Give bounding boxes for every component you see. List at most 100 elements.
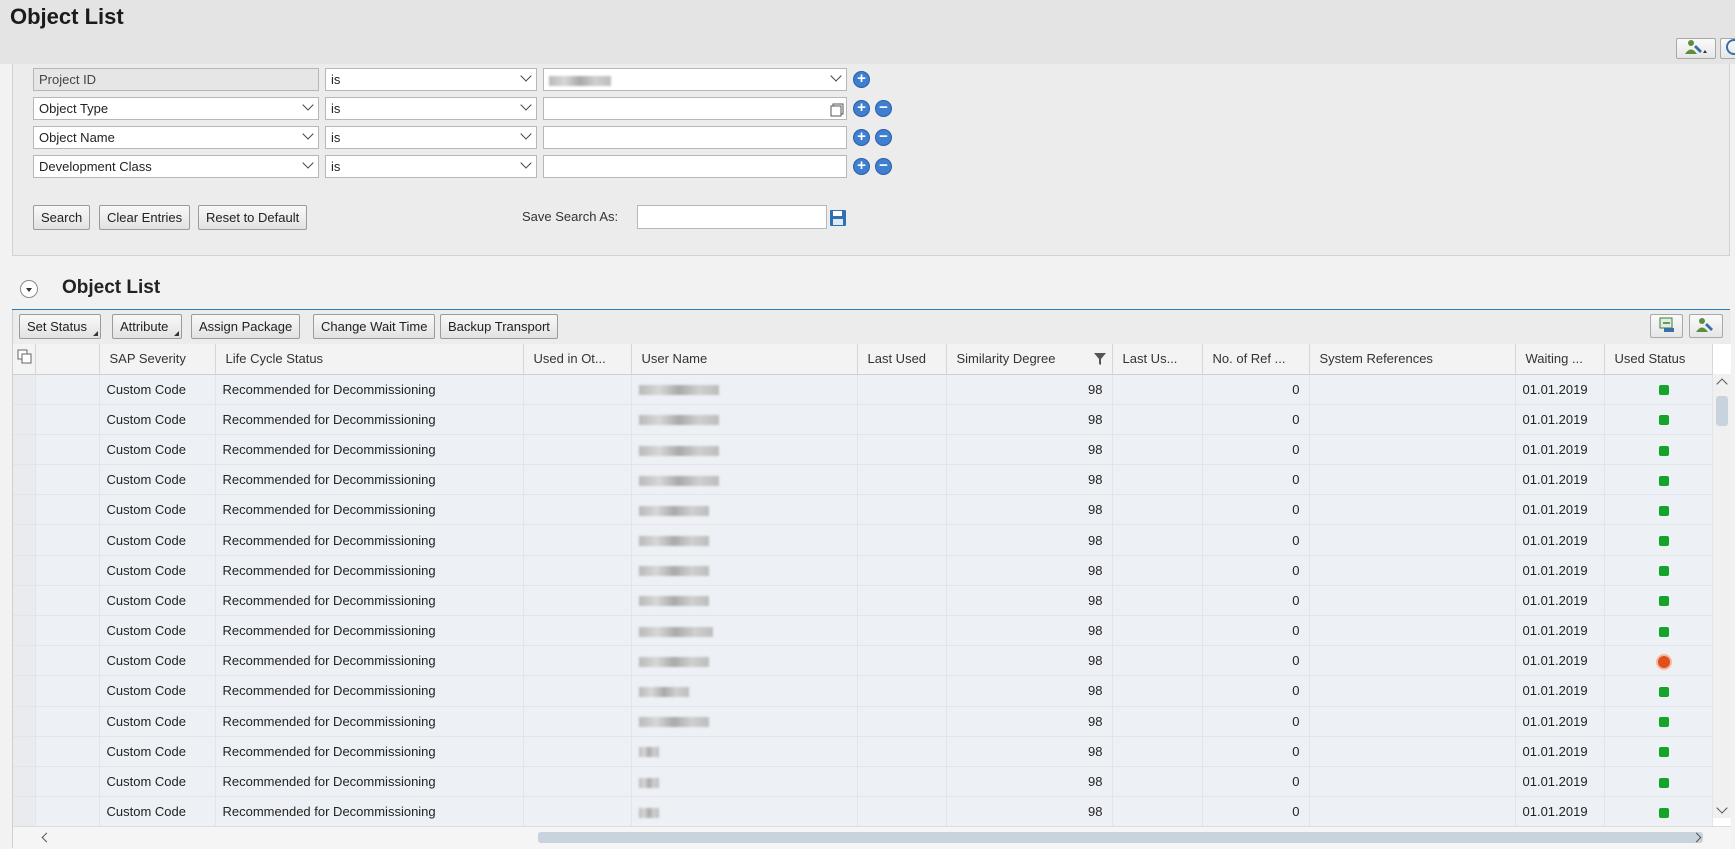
column-header[interactable]: SAP Severity: [99, 344, 216, 375]
search-button[interactable]: Search: [33, 205, 91, 230]
table-row[interactable]: Custom Code Recommended for Decommissioni…: [13, 796, 1713, 828]
row-selector[interactable]: [13, 494, 36, 526]
table-row[interactable]: Custom Code Recommended for Decommissioni…: [13, 675, 1713, 707]
table-row[interactable]: Custom Code Recommended for Decommissioni…: [13, 736, 1713, 767]
table-row[interactable]: Custom Code Recommended for Decommissioni…: [13, 494, 1713, 526]
attribute-label: Attribute: [120, 319, 169, 334]
column-header[interactable]: User Name: [631, 344, 858, 375]
row-blank-cell: [35, 464, 100, 496]
row-selector[interactable]: [13, 615, 36, 647]
help-button[interactable]: [1720, 38, 1735, 59]
table-row[interactable]: Custom Code Recommended for Decommissioni…: [13, 615, 1713, 647]
table-row[interactable]: Custom Code Recommended for Decommissioni…: [13, 645, 1713, 677]
clear-entries-button[interactable]: Clear Entries: [99, 205, 191, 230]
filter-operator-select[interactable]: is: [325, 126, 537, 149]
filter-field-select[interactable]: Object Type: [33, 97, 319, 120]
filter-operator-select[interactable]: is: [325, 97, 537, 120]
blank-header: [35, 344, 100, 375]
vertical-scrollbar[interactable]: [1713, 374, 1731, 818]
development-class-input[interactable]: [543, 155, 847, 178]
row-selector[interactable]: [13, 796, 36, 828]
column-header[interactable]: Waiting ...: [1515, 344, 1605, 375]
table-settings-button[interactable]: [1689, 314, 1723, 338]
filter-value-select[interactable]: [543, 68, 847, 91]
select-all-cell[interactable]: [13, 344, 36, 375]
personalize-button[interactable]: [1676, 38, 1716, 59]
similarity-degree-cell: 98: [946, 434, 1113, 466]
similarity-degree-cell: 98: [946, 645, 1113, 677]
row-selector[interactable]: [13, 374, 36, 405]
user-name-cell: [631, 374, 858, 405]
redacted-user-name: [638, 687, 689, 698]
filter-operator-select[interactable]: is: [325, 68, 537, 91]
object-type-input[interactable]: [543, 97, 847, 120]
table-row[interactable]: Custom Code Recommended for Decommissioni…: [13, 555, 1713, 586]
row-selector[interactable]: [13, 736, 36, 767]
column-header[interactable]: Last Used: [857, 344, 947, 375]
system-references-cell: [1309, 404, 1516, 435]
status-green-icon: [1658, 807, 1669, 818]
scroll-down-arrow[interactable]: [1716, 802, 1728, 814]
status-green-icon: [1658, 385, 1669, 396]
used-in-other-cell: [523, 706, 632, 737]
row-selector[interactable]: [13, 524, 36, 556]
lifecycle-status-cell: Recommended for Decommissioning: [215, 524, 524, 556]
table-row[interactable]: Custom Code Recommended for Decommissioni…: [13, 464, 1713, 496]
filter-field-select[interactable]: Development Class: [33, 155, 319, 178]
horizontal-scrollbar[interactable]: [13, 826, 1731, 849]
table-row[interactable]: Custom Code Recommended for Decommissioni…: [13, 706, 1713, 737]
column-header[interactable]: Life Cycle Status: [215, 344, 524, 375]
value-help-icon[interactable]: [830, 102, 844, 117]
scroll-thumb[interactable]: [538, 832, 1703, 843]
floppy-disk-icon[interactable]: [829, 209, 847, 227]
row-selector[interactable]: [13, 434, 36, 466]
add-criterion-button[interactable]: +: [853, 100, 870, 117]
change-wait-time-button[interactable]: Change Wait Time: [313, 314, 436, 339]
collapse-section-button[interactable]: [20, 280, 38, 298]
add-criterion-button[interactable]: +: [853, 129, 870, 146]
filter-operator-select[interactable]: is: [325, 155, 537, 178]
scroll-thumb[interactable]: [1716, 396, 1728, 426]
row-selector[interactable]: [13, 464, 36, 496]
row-selector[interactable]: [13, 766, 36, 798]
assign-package-button[interactable]: Assign Package: [191, 314, 301, 339]
reset-to-default-button[interactable]: Reset to Default: [198, 205, 308, 230]
scroll-up-arrow[interactable]: [1716, 378, 1728, 390]
save-search-label: Save Search As:: [522, 209, 619, 224]
save-search-input[interactable]: [637, 205, 827, 229]
column-header[interactable]: No. of Ref ...: [1202, 344, 1310, 375]
add-criterion-button[interactable]: +: [853, 158, 870, 175]
status-green-icon: [1658, 415, 1669, 426]
row-selector[interactable]: [13, 675, 36, 707]
remove-criterion-button[interactable]: −: [875, 100, 892, 117]
similarity-degree-cell: 98: [946, 524, 1113, 556]
object-name-input[interactable]: [543, 126, 847, 149]
table-row[interactable]: Custom Code Recommended for Decommissioni…: [13, 585, 1713, 617]
row-selector[interactable]: [13, 585, 36, 617]
table-row[interactable]: Custom Code Recommended for Decommissioni…: [13, 434, 1713, 466]
row-selector[interactable]: [13, 645, 36, 677]
used-in-other-cell: [523, 615, 632, 647]
backup-transport-button[interactable]: Backup Transport: [440, 314, 558, 339]
column-header[interactable]: Used in Ot...: [523, 344, 632, 375]
remove-criterion-button[interactable]: −: [875, 129, 892, 146]
table-row[interactable]: Custom Code Recommended for Decommissioni…: [13, 374, 1713, 405]
export-button[interactable]: [1650, 314, 1683, 338]
row-selector[interactable]: [13, 555, 36, 586]
scroll-left-arrow[interactable]: [41, 832, 52, 843]
column-header[interactable]: Used Status: [1604, 344, 1713, 375]
column-header[interactable]: Last Us...: [1112, 344, 1203, 375]
field-label: Object Name: [39, 130, 115, 145]
row-selector[interactable]: [13, 404, 36, 435]
table-row[interactable]: Custom Code Recommended for Decommissioni…: [13, 766, 1713, 798]
column-header[interactable]: System References: [1309, 344, 1516, 375]
table-row[interactable]: Custom Code Recommended for Decommissioni…: [13, 404, 1713, 435]
table-row[interactable]: Custom Code Recommended for Decommissioni…: [13, 524, 1713, 556]
set-status-button[interactable]: Set Status: [19, 314, 101, 339]
column-header-similarity[interactable]: Similarity Degree: [946, 344, 1113, 375]
row-selector[interactable]: [13, 706, 36, 737]
add-criterion-button[interactable]: +: [853, 71, 870, 88]
filter-field-select[interactable]: Object Name: [33, 126, 319, 149]
remove-criterion-button[interactable]: −: [875, 158, 892, 175]
attribute-button[interactable]: Attribute: [112, 314, 183, 339]
